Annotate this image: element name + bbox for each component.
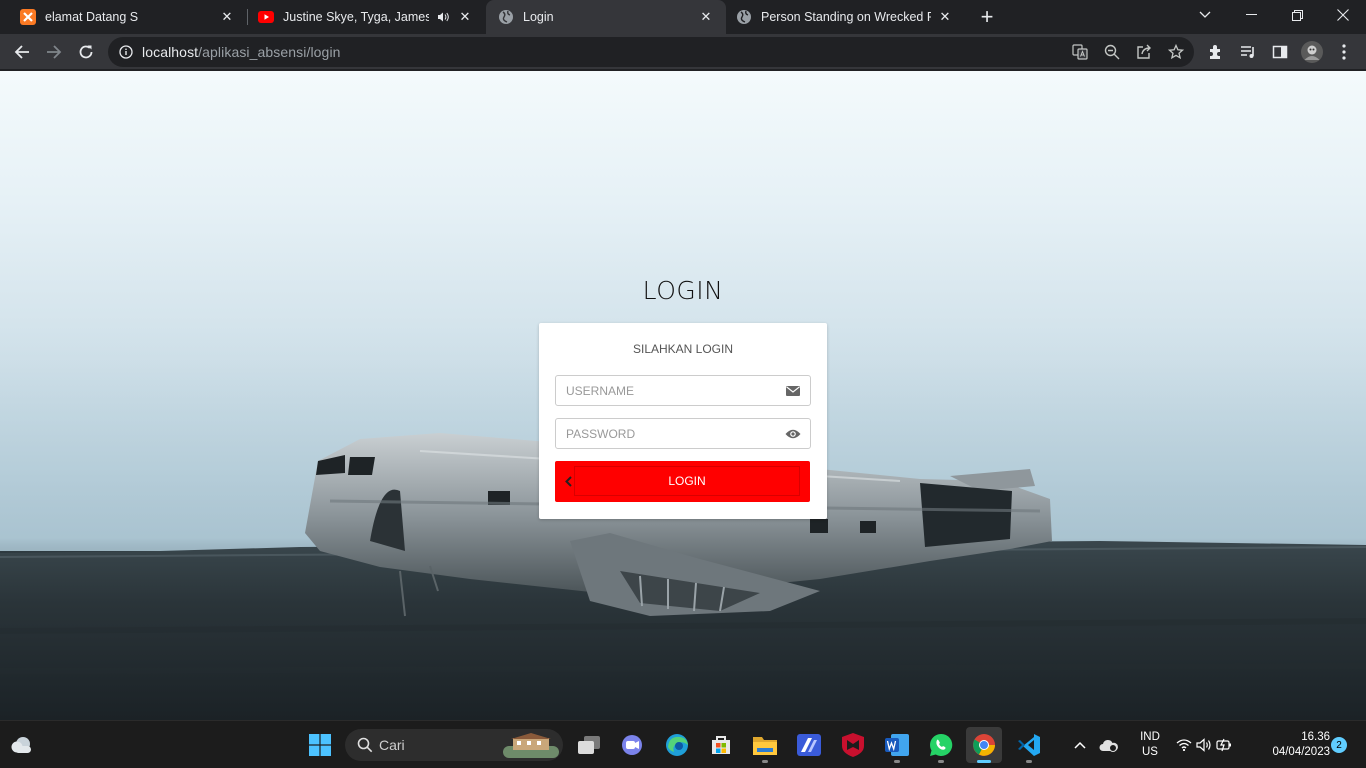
username-field <box>555 375 811 406</box>
notification-badge[interactable]: 2 <box>1331 737 1347 753</box>
login-button[interactable]: LOGIN <box>555 461 810 502</box>
vscode-icon[interactable] <box>1011 727 1047 763</box>
extensions-icon[interactable] <box>1202 38 1230 66</box>
media-queue-icon[interactable] <box>1234 38 1262 66</box>
language-code: IND <box>1140 731 1160 743</box>
bookmark-star-icon[interactable] <box>1162 38 1190 66</box>
speaker-icon[interactable] <box>435 9 451 25</box>
tab-search-icon[interactable] <box>1182 0 1228 30</box>
tab-title: elamat Datang S <box>45 10 139 24</box>
teams-chat-icon[interactable] <box>614 727 650 763</box>
tab-youtube[interactable]: Justine Skye, Tyga, James Arth ✕ <box>248 0 485 34</box>
tab-title: Justine Skye, Tyga, James Arth <box>283 10 429 24</box>
weather-widget-icon[interactable] <box>4 727 40 763</box>
quick-settings[interactable] <box>1172 727 1236 763</box>
password-field <box>555 418 811 449</box>
file-explorer-icon[interactable] <box>747 727 783 763</box>
volume-icon <box>1196 738 1212 752</box>
close-tab-icon[interactable]: ✕ <box>937 9 953 25</box>
login-card: SILAHKAN LOGIN LOGIN <box>539 323 827 519</box>
youtube-icon <box>258 9 274 25</box>
page-title: LOGIN <box>642 276 724 305</box>
clock-date: 04/04/2023 <box>1272 746 1330 758</box>
browser-toolbar: localhost/aplikasi_absensi/login <box>0 34 1366 70</box>
show-hidden-icons-chevron-up-icon[interactable] <box>1062 727 1098 763</box>
keyboard-layout: US <box>1142 746 1158 758</box>
search-highlight-illustration-icon <box>503 732 559 758</box>
side-panel-icon[interactable] <box>1266 38 1294 66</box>
taskbar: Cari IND US 16.36 04/04/2023 2 <box>0 720 1366 768</box>
envelope-icon <box>785 383 801 399</box>
edge-browser-icon[interactable] <box>659 727 695 763</box>
chevron-left-icon <box>563 473 573 489</box>
card-subtitle: SILAHKAN LOGIN <box>632 342 734 356</box>
screen: elamat Datang S ✕ Justine Skye, Tyga, Ja… <box>0 0 1366 768</box>
search-label: Cari <box>379 737 405 753</box>
url-host: localhost <box>142 44 199 60</box>
browser-menu-icon[interactable] <box>1330 38 1358 66</box>
task-view-icon[interactable] <box>571 727 607 763</box>
close-tab-icon[interactable]: ✕ <box>698 9 714 25</box>
share-icon[interactable] <box>1130 38 1158 66</box>
profile-avatar[interactable] <box>1298 38 1326 66</box>
url-path: /aplikasi_absensi/login <box>198 44 341 60</box>
address-bar[interactable]: localhost/aplikasi_absensi/login <box>108 37 1194 67</box>
clock[interactable]: 16.36 04/04/2023 <box>1252 730 1330 760</box>
show-password-eye-icon[interactable] <box>785 426 801 442</box>
close-window-icon[interactable] <box>1320 0 1366 30</box>
password-input[interactable] <box>556 419 756 448</box>
username-input[interactable] <box>556 376 756 405</box>
site-info-icon[interactable] <box>112 38 140 66</box>
new-tab-button[interactable]: + <box>975 4 999 29</box>
word-icon[interactable] <box>879 727 915 763</box>
globe-icon <box>498 9 514 25</box>
battery-charging-icon <box>1216 738 1232 752</box>
xampp-icon <box>20 9 36 25</box>
restore-icon[interactable] <box>1274 0 1320 30</box>
microsoft-store-icon[interactable] <box>703 727 739 763</box>
search-icon <box>357 737 373 753</box>
clock-time: 16.36 <box>1301 731 1330 743</box>
wifi-icon <box>1176 739 1192 751</box>
tab-strip: elamat Datang S ✕ Justine Skye, Tyga, Ja… <box>0 0 1366 34</box>
url-text[interactable]: localhost/aplikasi_absensi/login <box>142 44 341 60</box>
tab-title: Login <box>523 10 554 24</box>
start-menu-icon[interactable] <box>302 727 338 763</box>
tab-xampp[interactable]: elamat Datang S ✕ <box>0 0 247 34</box>
login-button-label: LOGIN <box>574 466 800 496</box>
close-tab-icon[interactable]: ✕ <box>457 9 473 25</box>
whatsapp-icon[interactable] <box>923 727 959 763</box>
mcafee-icon[interactable] <box>835 727 871 763</box>
globe-icon <box>736 9 752 25</box>
input-language-indicator[interactable]: IND US <box>1130 730 1170 760</box>
page-viewport: LOGIN SILAHKAN LOGIN LOGIN <box>0 71 1366 720</box>
tab-login[interactable]: Login ✕ <box>486 0 726 34</box>
tab-title: Person Standing on Wrecked Plan <box>761 10 931 24</box>
onedrive-sync-icon[interactable] <box>1094 727 1124 763</box>
zoom-out-icon[interactable] <box>1098 38 1126 66</box>
chrome-icon[interactable] <box>966 727 1002 763</box>
tab-person-plane[interactable]: Person Standing on Wrecked Plan ✕ <box>726 0 965 34</box>
reload-icon[interactable] <box>72 38 100 66</box>
forward-icon[interactable] <box>40 38 68 66</box>
close-tab-icon[interactable]: ✕ <box>219 9 235 25</box>
minimize-icon[interactable] <box>1228 0 1274 30</box>
back-icon[interactable] <box>8 38 36 66</box>
powerautomate-icon[interactable] <box>791 727 827 763</box>
taskbar-search[interactable]: Cari <box>345 729 563 761</box>
translate-icon[interactable] <box>1066 38 1094 66</box>
